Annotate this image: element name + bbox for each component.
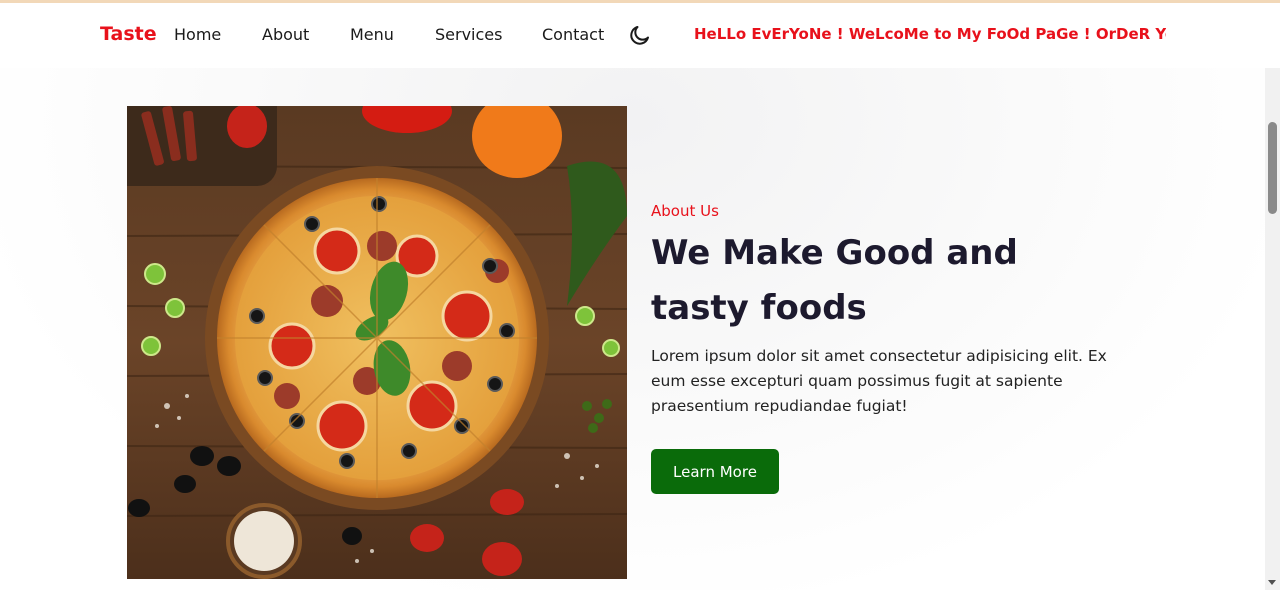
scrollbar-thumb[interactable]: [1268, 122, 1277, 214]
learn-more-button[interactable]: Learn More: [651, 449, 779, 494]
about-description: Lorem ipsum dolor sit amet consectetur a…: [651, 347, 1107, 415]
pizza-image: [127, 106, 627, 579]
marquee-text: HeLLo EvErYoNe ! WeLcoMe to My FoOd PaGe…: [694, 25, 1166, 43]
nav-link-menu[interactable]: Menu: [350, 25, 394, 44]
moon-icon[interactable]: [628, 23, 652, 47]
navbar: Taste Home About Menu Services Contact H…: [0, 3, 1265, 68]
nav-link-services[interactable]: Services: [435, 25, 502, 44]
nav-link-about[interactable]: About: [262, 25, 309, 44]
about-headline: We Make Good and tasty foods: [651, 233, 1018, 328]
scroll-down-arrow-icon[interactable]: [1268, 580, 1276, 585]
nav-link-contact[interactable]: Contact: [542, 25, 604, 44]
nav-link-home[interactable]: Home: [174, 25, 221, 44]
welcome-marquee: HeLLo EvErYoNe ! WeLcoMe to My FoOd PaGe…: [694, 24, 1166, 48]
about-section: About Us We Make Good and tasty foods Lo…: [0, 68, 1265, 590]
brand-logo[interactable]: Taste: [100, 23, 157, 45]
about-us-label: About Us: [651, 202, 719, 220]
